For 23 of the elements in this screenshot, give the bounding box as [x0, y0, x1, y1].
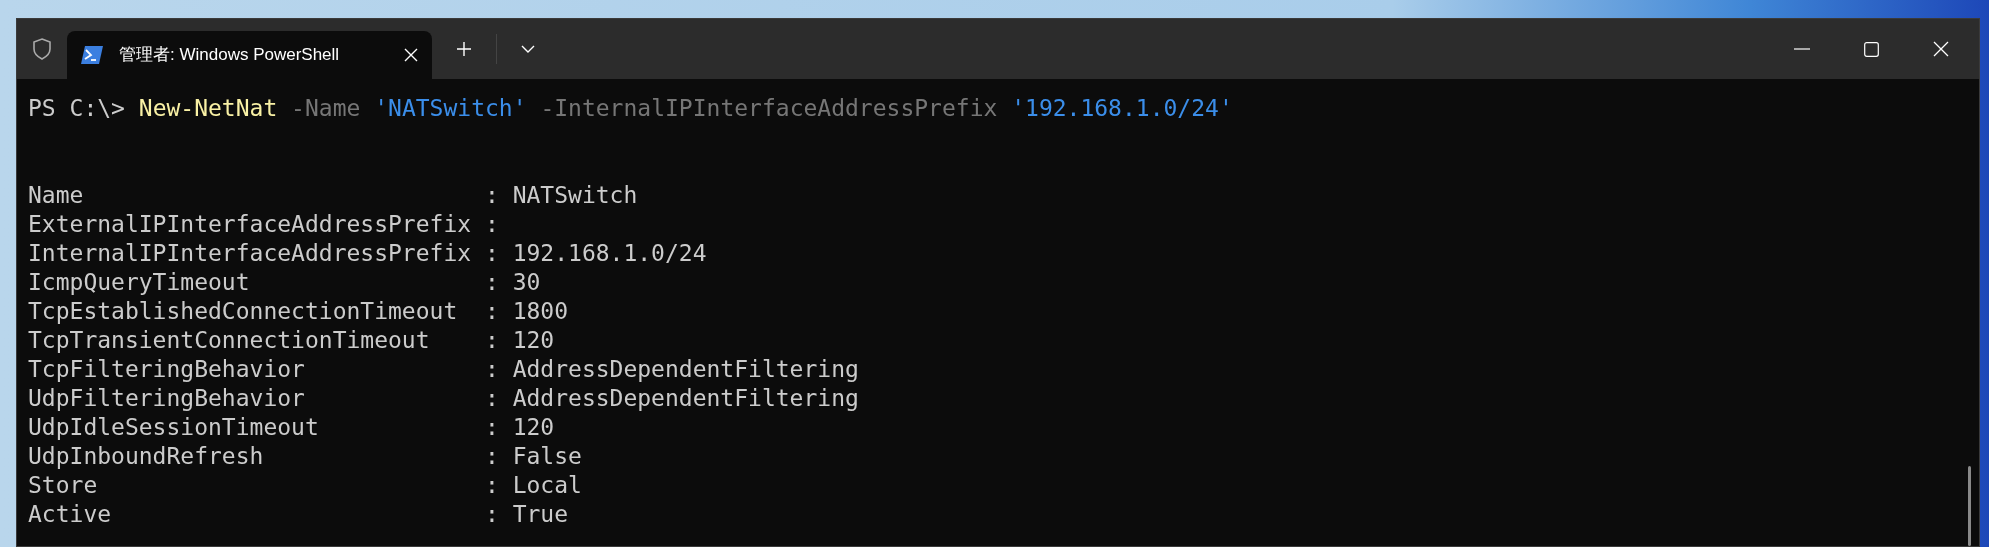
output-line: UdpIdleSessionTimeout : 120	[28, 413, 555, 442]
output-line: InternalIPInterfaceAddressPrefix : 192.168.1.0/24	[28, 239, 707, 268]
output-line: Active : True	[28, 500, 569, 529]
output-line: TcpFilteringBehavior : AddressDependentFiltering	[28, 355, 859, 384]
output-line: TcpEstablishedConnectionTimeout : 1800	[28, 297, 569, 326]
shield-icon	[32, 38, 52, 60]
output-line: UdpInboundRefresh : False	[28, 442, 582, 471]
command-line: PS C:\> New-NetNat -Name 'NATSwitch' -InternalIPInterfaceAddressPrefix '192.168.1.0/24'	[28, 94, 1233, 123]
scrollbar-thumb[interactable]	[1968, 466, 1971, 546]
output-line: TcpTransientConnectionTimeout : 120	[28, 326, 555, 355]
chevron-down-icon[interactable]	[521, 45, 535, 53]
output-line: Name : NATSwitch	[28, 181, 638, 210]
close-icon[interactable]	[1933, 41, 1949, 57]
output-line: IcmpQueryTimeout : 30	[28, 268, 541, 297]
tab[interactable]: 管理者: Windows PowerShell	[67, 31, 432, 79]
output-line: ExternalIPInterfaceAddressPrefix :	[28, 210, 499, 239]
maximize-icon[interactable]	[1864, 41, 1879, 57]
output-line: UdpFilteringBehavior : AddressDependentFiltering	[28, 384, 859, 413]
plus-icon[interactable]	[456, 41, 472, 57]
tab-title: 管理者: Windows PowerShell	[119, 44, 341, 67]
output-line: Store : Local	[28, 471, 582, 500]
close-icon[interactable]	[404, 48, 418, 62]
powershell-icon	[81, 46, 103, 64]
